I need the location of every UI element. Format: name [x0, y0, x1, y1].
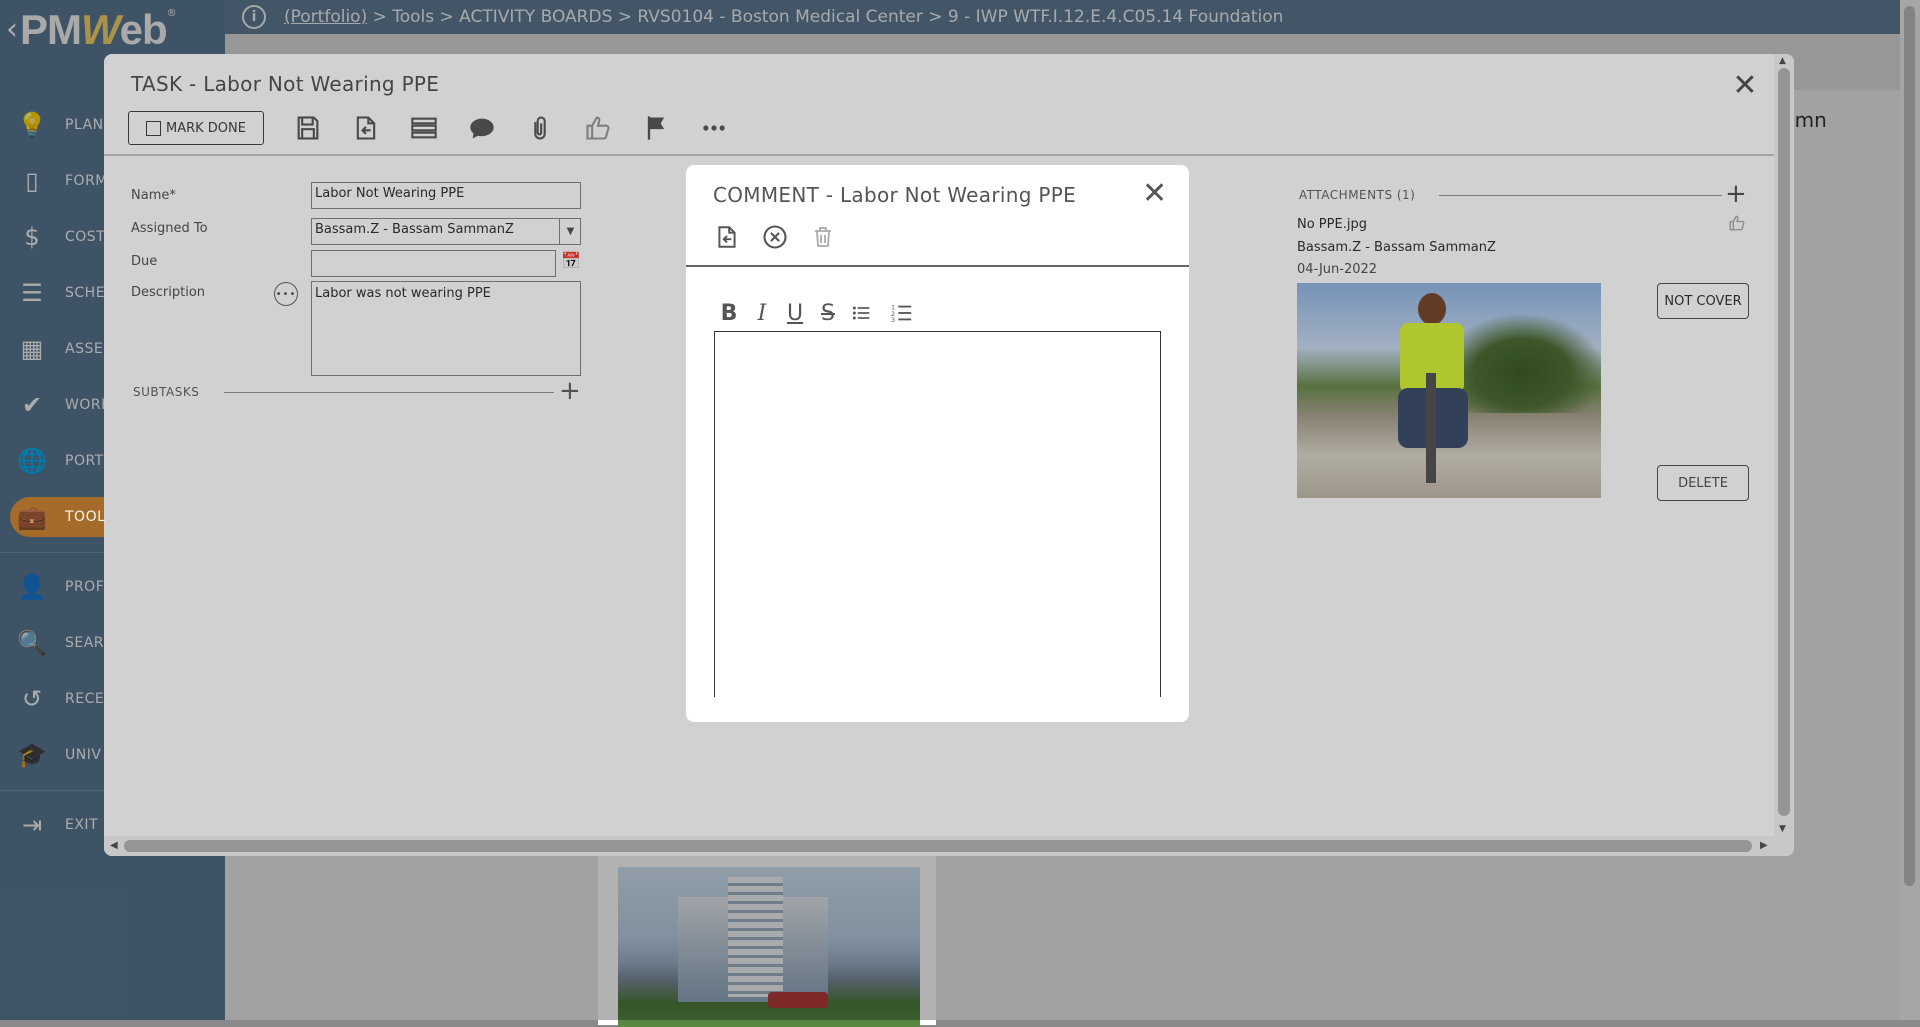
comment-toolbar	[713, 222, 857, 252]
numbered-list-icon[interactable]: 123	[889, 300, 915, 326]
trash-icon[interactable]	[809, 222, 837, 252]
comment-dialog: COMMENT - Labor Not Wearing PPE ✕ B I U …	[686, 165, 1189, 722]
close-icon[interactable]: ✕	[1142, 179, 1167, 209]
nav-item-label: TOOL	[65, 509, 106, 525]
italic-icon[interactable]: I	[749, 300, 775, 326]
comment-toolbar-divider	[686, 265, 1189, 267]
bullet-list-icon[interactable]	[848, 300, 874, 326]
svg-text:3: 3	[891, 316, 895, 324]
cancel-icon[interactable]	[761, 222, 789, 252]
underline-icon[interactable]: U	[782, 300, 808, 326]
bold-icon[interactable]: B	[716, 300, 742, 326]
save-and-close-icon[interactable]	[713, 222, 741, 252]
rich-text-toolbar: B I U S 123	[716, 300, 922, 326]
comment-editor[interactable]	[714, 331, 1161, 697]
briefcase-icon: 💼	[17, 503, 47, 531]
comment-dialog-title: COMMENT - Labor Not Wearing PPE	[713, 183, 1077, 207]
strikethrough-icon[interactable]: S	[815, 300, 841, 326]
